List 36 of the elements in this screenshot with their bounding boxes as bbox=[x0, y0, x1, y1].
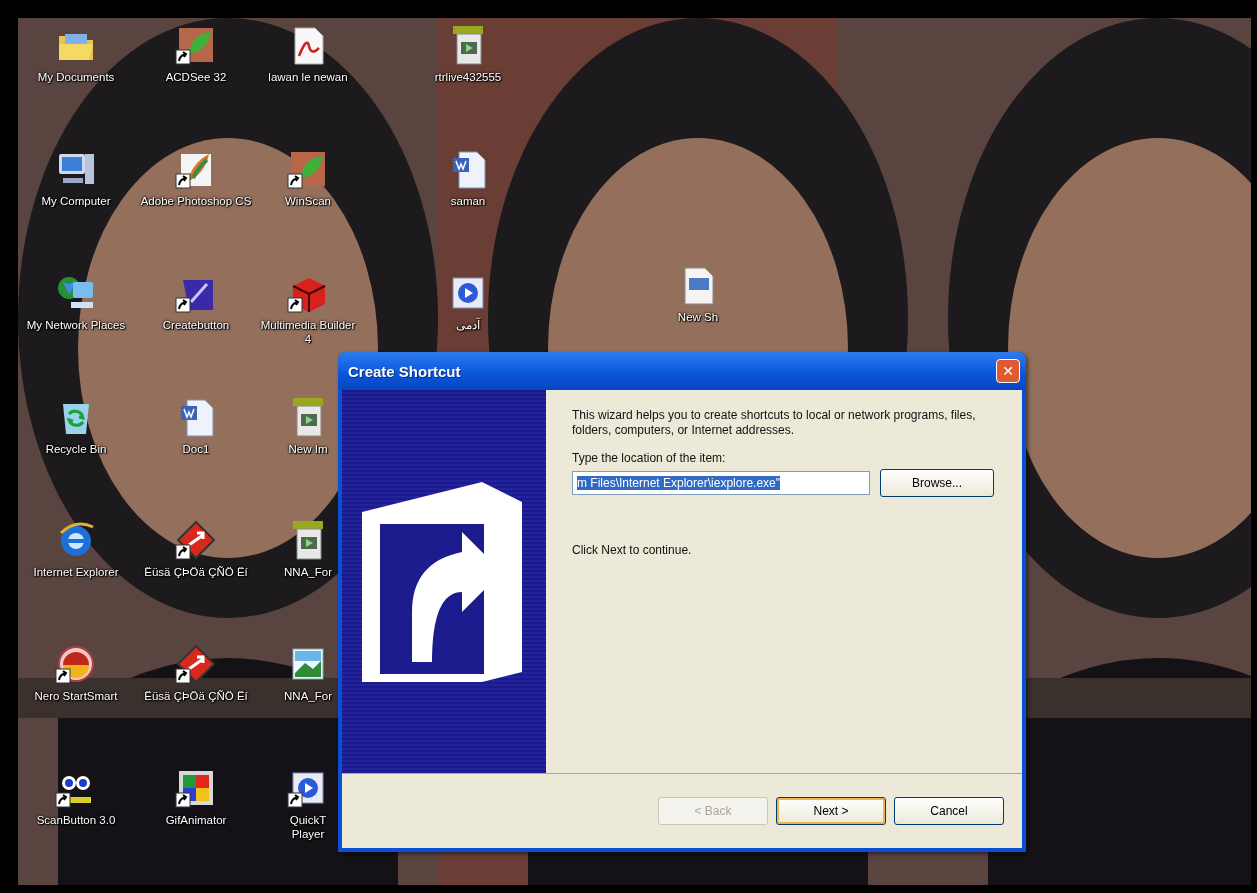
close-button[interactable]: ✕ bbox=[996, 359, 1020, 383]
diamond-icon[interactable] bbox=[175, 519, 217, 562]
icon-label: Ëüsä ÇÞÖä ÇÑÖ Ëí bbox=[144, 565, 248, 580]
icon-label: New Im bbox=[288, 441, 328, 456]
icon-label: ACDSee 32 bbox=[165, 70, 227, 84]
icon-label: saman bbox=[450, 194, 486, 208]
icon-label: Createbutton bbox=[162, 317, 230, 332]
icon-label: Adobe Photoshop CS bbox=[140, 193, 252, 208]
icon-label: Nero StartSmart bbox=[34, 689, 118, 704]
field-label: Type the location of the item: bbox=[572, 451, 727, 465]
diamond-icon[interactable] bbox=[175, 643, 217, 686]
icon-label: Internet Explorer bbox=[33, 565, 119, 580]
icon-label: WinScan bbox=[285, 193, 331, 208]
wizard-button[interactable]: Cancel bbox=[894, 797, 1004, 825]
icon-label: New Sh bbox=[677, 310, 719, 324]
icon-label: آدمی bbox=[456, 318, 480, 332]
icon-label: QuickT Player bbox=[288, 813, 328, 842]
icon-label: My Computer bbox=[41, 193, 111, 208]
icon-label: My Network Places bbox=[26, 317, 126, 332]
icon-label: NNA_For bbox=[284, 565, 332, 580]
wizard-button[interactable]: Next > bbox=[776, 797, 886, 825]
hint-text: Click Next to continue. bbox=[572, 543, 693, 557]
location-field[interactable]: m Files\Internet Explorer\iexplore.exe" bbox=[572, 471, 870, 495]
disc-icon[interactable] bbox=[55, 643, 97, 686]
icon-label: rtrlive432555 bbox=[434, 70, 502, 84]
icon-label: Doc1 bbox=[182, 441, 210, 456]
icon-label: Ëüsä ÇÞÖä ÇÑÖ Ëí bbox=[144, 689, 248, 704]
browse-button[interactable]: Browse... bbox=[880, 469, 994, 497]
icon-label: ScanButton 3.0 bbox=[36, 813, 116, 828]
icon-label: lawan le newan bbox=[268, 70, 348, 84]
icon-label: Multimedia Builder 4 bbox=[259, 317, 357, 346]
icon-label: GifAnimator bbox=[165, 813, 227, 828]
icon-label: My Documents bbox=[37, 70, 115, 84]
icon-label: NNA_For bbox=[284, 689, 332, 704]
window-title: Create Shortcut bbox=[348, 362, 461, 380]
intro-text: This wizard helps you to create shortcuts to local or network programs, files, folders, computers, or Internet addresses. bbox=[572, 408, 977, 438]
